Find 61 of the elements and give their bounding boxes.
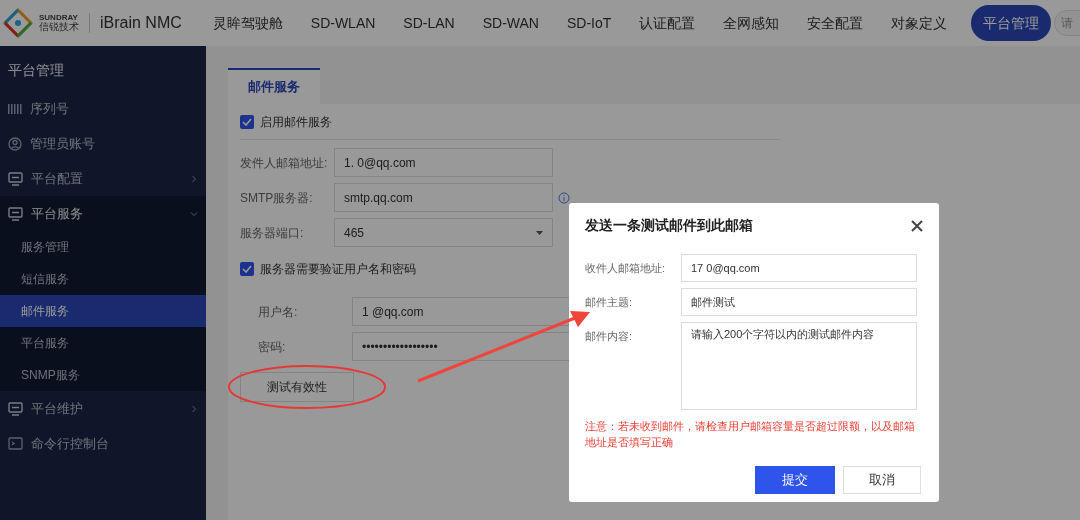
field-label: 用户名: bbox=[258, 303, 299, 321]
nav-tab[interactable]: 对象定义 bbox=[877, 12, 962, 34]
submit-button[interactable]: 提交 bbox=[755, 466, 835, 494]
input-field[interactable]: 1. 0@qq.com bbox=[334, 148, 553, 177]
caret-icon bbox=[536, 230, 543, 235]
checkbox-label: 服务器需要验证用户名和密码 bbox=[260, 261, 416, 278]
sidebar-subitem[interactable]: 短信服务 bbox=[0, 263, 206, 295]
logo-icon bbox=[3, 8, 33, 38]
input-field[interactable]: •••••••••••••••••• bbox=[352, 332, 571, 361]
nav-tab[interactable]: 安全配置 bbox=[793, 12, 878, 34]
field-label: 邮件内容: bbox=[585, 329, 634, 344]
nav-tab[interactable]: SD-WAN bbox=[468, 12, 553, 34]
close-icon[interactable] bbox=[911, 219, 923, 232]
terminal-icon bbox=[8, 437, 23, 450]
user-icon bbox=[8, 136, 22, 151]
checkbox[interactable] bbox=[240, 114, 254, 129]
field-label: 服务器端口: bbox=[240, 224, 305, 242]
brand-name: SUNDRAY bbox=[39, 14, 79, 22]
nav-tab[interactable]: SD-WLAN bbox=[296, 12, 390, 34]
nav-tab[interactable]: 认证配置 bbox=[625, 12, 710, 34]
sidebar-subitem[interactable]: 平台服务 bbox=[0, 327, 206, 359]
cancel-button[interactable]: 取消 bbox=[843, 466, 921, 494]
monitor-icon bbox=[8, 206, 23, 221]
nav-tab[interactable]: 灵眸驾驶舱 bbox=[198, 12, 297, 34]
sidebar-subitem[interactable]: 邮件服务 bbox=[0, 295, 206, 327]
nav-tab[interactable]: 全网感知 bbox=[709, 12, 794, 34]
input-field[interactable]: smtp.qq.com bbox=[334, 183, 553, 212]
sidebar-item[interactable]: 平台配置 bbox=[0, 161, 206, 196]
input-field[interactable]: 17 0@qq.com bbox=[681, 254, 917, 282]
input-field[interactable]: 邮件测试 bbox=[681, 288, 917, 316]
sidebar-item[interactable]: 平台服务 bbox=[0, 196, 206, 231]
field-label: 密码: bbox=[258, 338, 287, 356]
dialog-title: 发送一条测试邮件到此邮箱 bbox=[585, 216, 753, 235]
test-button[interactable]: 测试有效性 bbox=[240, 372, 354, 402]
nav-tab[interactable]: SD-LAN bbox=[389, 12, 469, 34]
sidebar-title: 平台管理 bbox=[7, 61, 65, 80]
monitor-icon bbox=[8, 401, 23, 416]
monitor-icon bbox=[8, 171, 23, 186]
port-select[interactable]: 465 bbox=[334, 218, 553, 247]
sidebar-item[interactable]: 序列号 bbox=[0, 91, 206, 126]
sidebar-item[interactable]: 平台维护 bbox=[0, 391, 206, 426]
sidebar-subitem[interactable]: 服务管理 bbox=[0, 231, 206, 263]
checkbox-label: 启用邮件服务 bbox=[260, 113, 332, 131]
product-name: iBrain NMC bbox=[100, 13, 182, 33]
sidebar-item[interactable]: 命令行控制台 bbox=[0, 426, 206, 461]
warning-note: 注意：若未收到邮件，请检查用户邮箱容量是否超过限额，以及邮箱地址是否填写正确 bbox=[585, 419, 916, 450]
nav-tab[interactable]: 平台管理 bbox=[971, 5, 1052, 41]
sidebar-subitem[interactable]: SNMP服务 bbox=[0, 359, 206, 391]
nav-tab[interactable]: SD-IoT bbox=[553, 12, 626, 34]
message-textarea[interactable]: 请输入200个字符以内的测试邮件内容 bbox=[681, 322, 917, 410]
tab[interactable]: 邮件服务 bbox=[228, 68, 320, 104]
field-label: 收件人邮箱地址: bbox=[585, 261, 667, 276]
brand-name: 信锐技术 bbox=[39, 22, 79, 32]
field-label: 发件人邮箱地址: bbox=[240, 154, 329, 172]
info-icon[interactable] bbox=[558, 191, 570, 204]
checkbox[interactable] bbox=[240, 262, 254, 276]
input-field[interactable]: 1 @qq.com bbox=[352, 297, 571, 326]
field-label: SMTP服务器: bbox=[240, 189, 314, 207]
barcode-icon bbox=[8, 102, 22, 115]
sidebar-item[interactable]: 管理员账号 bbox=[0, 126, 206, 161]
field-label: 邮件主题: bbox=[585, 295, 634, 310]
